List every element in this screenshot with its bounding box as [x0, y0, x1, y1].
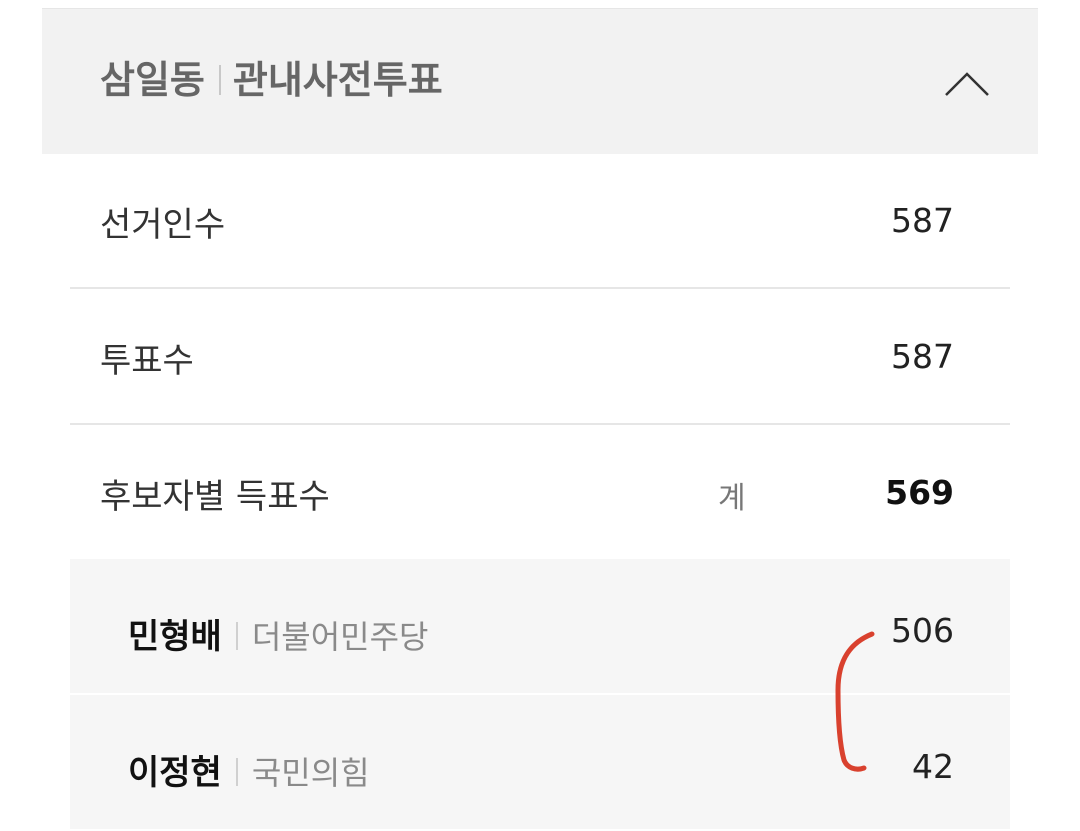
votes-value: 587	[891, 337, 954, 376]
candidate-row: 이정현 국민의힘 42	[70, 695, 1010, 831]
electors-value: 587	[891, 201, 954, 240]
votes-row: 투표수 587	[70, 289, 1010, 425]
electors-label: 선거인수	[100, 205, 226, 245]
electors-row: 선거인수 587	[70, 153, 1010, 289]
candidate-votes: 506	[891, 611, 954, 650]
candidate-name: 민형배 더불어민주당	[128, 609, 428, 658]
title-divider	[218, 65, 221, 95]
candidate-row: 민형배 더불어민주당 506	[70, 559, 1010, 695]
results-table: 선거인수 587 투표수 587 후보자별 득표수 계 569 민형배 더불어민주…	[70, 153, 1010, 831]
candidate-party: 더불어민주당	[251, 618, 429, 656]
candidate-votes-row: 후보자별 득표수 계 569	[70, 425, 1010, 559]
candidate-votes: 42	[912, 747, 954, 786]
section-header[interactable]: 삼일동 관내사전투표	[42, 8, 1038, 154]
chevron-up-icon[interactable]	[942, 61, 992, 101]
poll-type: 관내사전투표	[232, 58, 443, 102]
candidate-divider	[235, 758, 238, 786]
total-value: 569	[885, 473, 954, 512]
candidate-name: 이정현 국민의힘	[128, 745, 370, 794]
candidate-name-text: 민형배	[128, 617, 222, 657]
candidate-party: 국민의힘	[251, 754, 370, 792]
votes-label: 투표수	[100, 341, 194, 381]
section-title: 삼일동 관내사전투표	[100, 57, 443, 103]
dong-name: 삼일동	[100, 58, 205, 102]
candidate-votes-label: 후보자별 득표수	[100, 477, 330, 517]
total-label: 계	[718, 481, 746, 516]
candidate-divider	[235, 622, 238, 650]
candidate-name-text: 이정현	[128, 753, 222, 793]
